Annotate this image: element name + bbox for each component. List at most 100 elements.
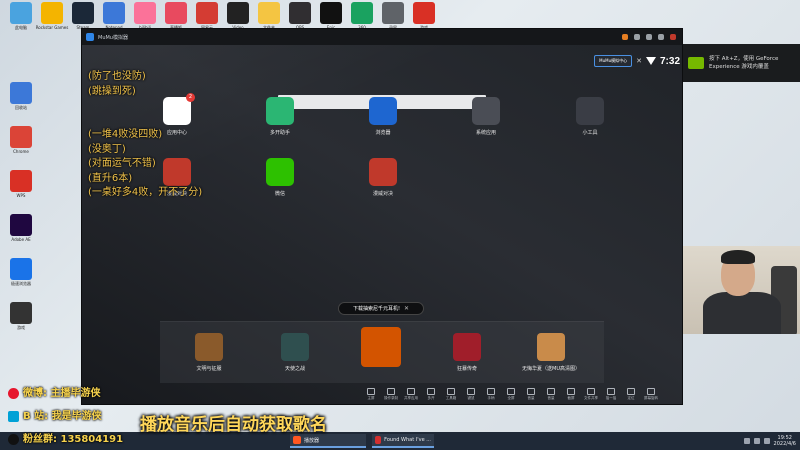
- android-app[interactable]: 微信: [250, 158, 310, 197]
- toolbar-button[interactable]: 共享应用: [402, 388, 420, 401]
- app-icon: [72, 2, 94, 24]
- game-icon: [195, 333, 223, 361]
- app-dock: 文明与征服 天使之战 狂暴传奇 无悔华夏（送MU高清图）: [160, 321, 604, 383]
- dock-app-label: 狂暴传奇: [456, 366, 477, 372]
- android-app[interactable]: 多开助手: [250, 97, 310, 136]
- bilibili-line: B 站: 我是毕游侠: [8, 407, 102, 422]
- toolbar-button[interactable]: 多开: [422, 388, 440, 401]
- geforce-line-1: 按下 Alt+Z，使用 GeForce: [709, 56, 779, 62]
- toolbar-label: 摇一摇: [605, 396, 617, 400]
- streamer-body: [703, 292, 781, 334]
- menu-icon[interactable]: [634, 34, 640, 40]
- overlay-comment: (跳操到死): [88, 85, 136, 97]
- desktop-icon-label: WPS: [16, 193, 26, 198]
- toolbar-button[interactable]: 屏幕旋转: [642, 388, 660, 401]
- app-icon: [134, 2, 156, 24]
- desktop-icon[interactable]: Rockstar Games: [35, 2, 69, 35]
- desktop-icon[interactable]: WPS: [4, 170, 38, 203]
- android-app[interactable]: 漫威对决: [353, 158, 413, 197]
- app-icon: [163, 158, 191, 186]
- dock-app[interactable]: [346, 327, 416, 371]
- ad-close-icon[interactable]: ✕: [404, 305, 409, 312]
- dock-app[interactable]: 文明与征服: [174, 333, 244, 372]
- toolbar-label: 键鼠: [467, 396, 475, 400]
- tray-icon-network[interactable]: [743, 438, 750, 444]
- geforce-text: 按下 Alt+Z，使用 GeForce Experience 游戏内覆盖: [709, 55, 778, 71]
- desktop-icon[interactable]: Chrome: [4, 126, 38, 159]
- toolbar-button[interactable]: 摇一摇: [602, 388, 620, 401]
- toolbar-button[interactable]: 键鼠: [462, 388, 480, 401]
- app-icon: [320, 2, 342, 24]
- tray-icon-volume[interactable]: [753, 438, 760, 444]
- toolbar-button[interactable]: 音量: [522, 388, 540, 401]
- taskbar-task[interactable]: 播放器: [290, 434, 366, 448]
- ad-banner[interactable]: 下载抽索尼千元耳机! ✕: [338, 302, 424, 315]
- minimize-icon[interactable]: [646, 34, 652, 40]
- app-icon: [10, 126, 32, 148]
- toolbar-icon: [507, 388, 515, 395]
- ad-text: 下载抽索尼千元耳机!: [352, 306, 400, 312]
- toolbar-label: 工具箱: [445, 396, 457, 400]
- app-icon: [266, 97, 294, 125]
- dock-app[interactable]: 无悔华夏（送MU高清图）: [516, 333, 586, 372]
- overlay-comment: (一堆4败没四败): [88, 129, 163, 140]
- toolbar-label: 屏幕旋转: [644, 396, 658, 400]
- close-icon[interactable]: [670, 34, 676, 40]
- dock-app-label: 天使之战: [284, 366, 305, 372]
- app-icon: [10, 170, 32, 192]
- toolbar-button[interactable]: 音量: [542, 388, 560, 401]
- overlay-comment: (没奥丁): [88, 143, 126, 155]
- toolbar-button[interactable]: 操作录制: [382, 388, 400, 401]
- bilibili-text: B 站: 我是毕游侠: [23, 411, 102, 422]
- android-app[interactable]: 小工具: [560, 97, 620, 136]
- desktop-icon[interactable]: 此电脑: [4, 2, 38, 35]
- desktop-icon[interactable]: 游戏: [4, 302, 38, 335]
- desktop-icon[interactable]: 极速浏览器: [4, 258, 38, 291]
- app-icon: [227, 2, 249, 24]
- toolbar-button[interactable]: 全屏: [502, 388, 520, 401]
- desktop-icon-label: Rockstar Games: [35, 25, 69, 30]
- app-icon: [413, 2, 435, 24]
- geforce-notification[interactable]: 按下 Alt+Z，使用 GeForce Experience 游戏内覆盖: [683, 44, 800, 82]
- app-icon: [10, 2, 32, 24]
- emulator-window: MuMu模拟器 MuMu模拟中心 ✕ 7:32 2 应用中心 多开助手 浏览器 系统应用…: [81, 28, 683, 405]
- desktop-icon-label: 回收站: [15, 105, 27, 110]
- status-bar: MuMu模拟中心 ✕ 7:32: [594, 55, 680, 67]
- toolbar-label: 音量: [547, 396, 555, 400]
- desktop-icon-label: 极速浏览器: [11, 281, 31, 286]
- maximize-icon[interactable]: [658, 34, 664, 40]
- dock-app[interactable]: 狂暴传奇: [432, 333, 502, 372]
- android-app[interactable]: 系统应用: [456, 97, 516, 136]
- game-icon: [281, 333, 309, 361]
- toolbar-button[interactable]: 主屏: [362, 388, 380, 401]
- gift-icon[interactable]: [622, 34, 628, 40]
- dock-app[interactable]: 天使之战: [260, 333, 330, 372]
- android-app[interactable]: 浏览器: [353, 97, 413, 136]
- toolbar-label: 操作录制: [384, 396, 398, 400]
- app-icon: [258, 2, 280, 24]
- toolbar-button[interactable]: 文件共享: [582, 388, 600, 401]
- toolbar-button[interactable]: 工具箱: [442, 388, 460, 401]
- toolbar-button[interactable]: 手柄: [482, 388, 500, 401]
- app-label: 微信: [274, 191, 285, 197]
- toolbar-label: 共享应用: [404, 396, 418, 400]
- toolbar-icon: [547, 388, 555, 395]
- task-icon: [375, 436, 382, 444]
- desktop-icon-label: Chrome: [13, 149, 29, 154]
- weibo-line: 微博: 主播毕游侠: [8, 384, 100, 399]
- taskbar-task[interactable]: Found What I've ...: [372, 434, 434, 448]
- toolbar-label: 截屏: [567, 396, 575, 400]
- toolbar-button[interactable]: 截屏: [562, 388, 580, 401]
- desktop-icon[interactable]: 回收站: [4, 82, 38, 115]
- status-close-icon[interactable]: ✕: [636, 57, 642, 65]
- streamer-hair: [721, 250, 755, 264]
- toolbar-button[interactable]: 定位: [622, 388, 640, 401]
- toolbar-icon: [647, 388, 655, 395]
- taskbar-clock[interactable]: 19:52 2022/4/6: [774, 435, 796, 447]
- webcam-feed: [683, 246, 800, 334]
- tray-icon-ime[interactable]: [763, 438, 770, 444]
- desktop-icon[interactable]: Adobe AE: [4, 214, 38, 247]
- app-icon: [10, 214, 32, 236]
- mumu-center-button[interactable]: MuMu模拟中心: [594, 55, 633, 67]
- emulator-titlebar[interactable]: MuMu模拟器: [82, 29, 682, 45]
